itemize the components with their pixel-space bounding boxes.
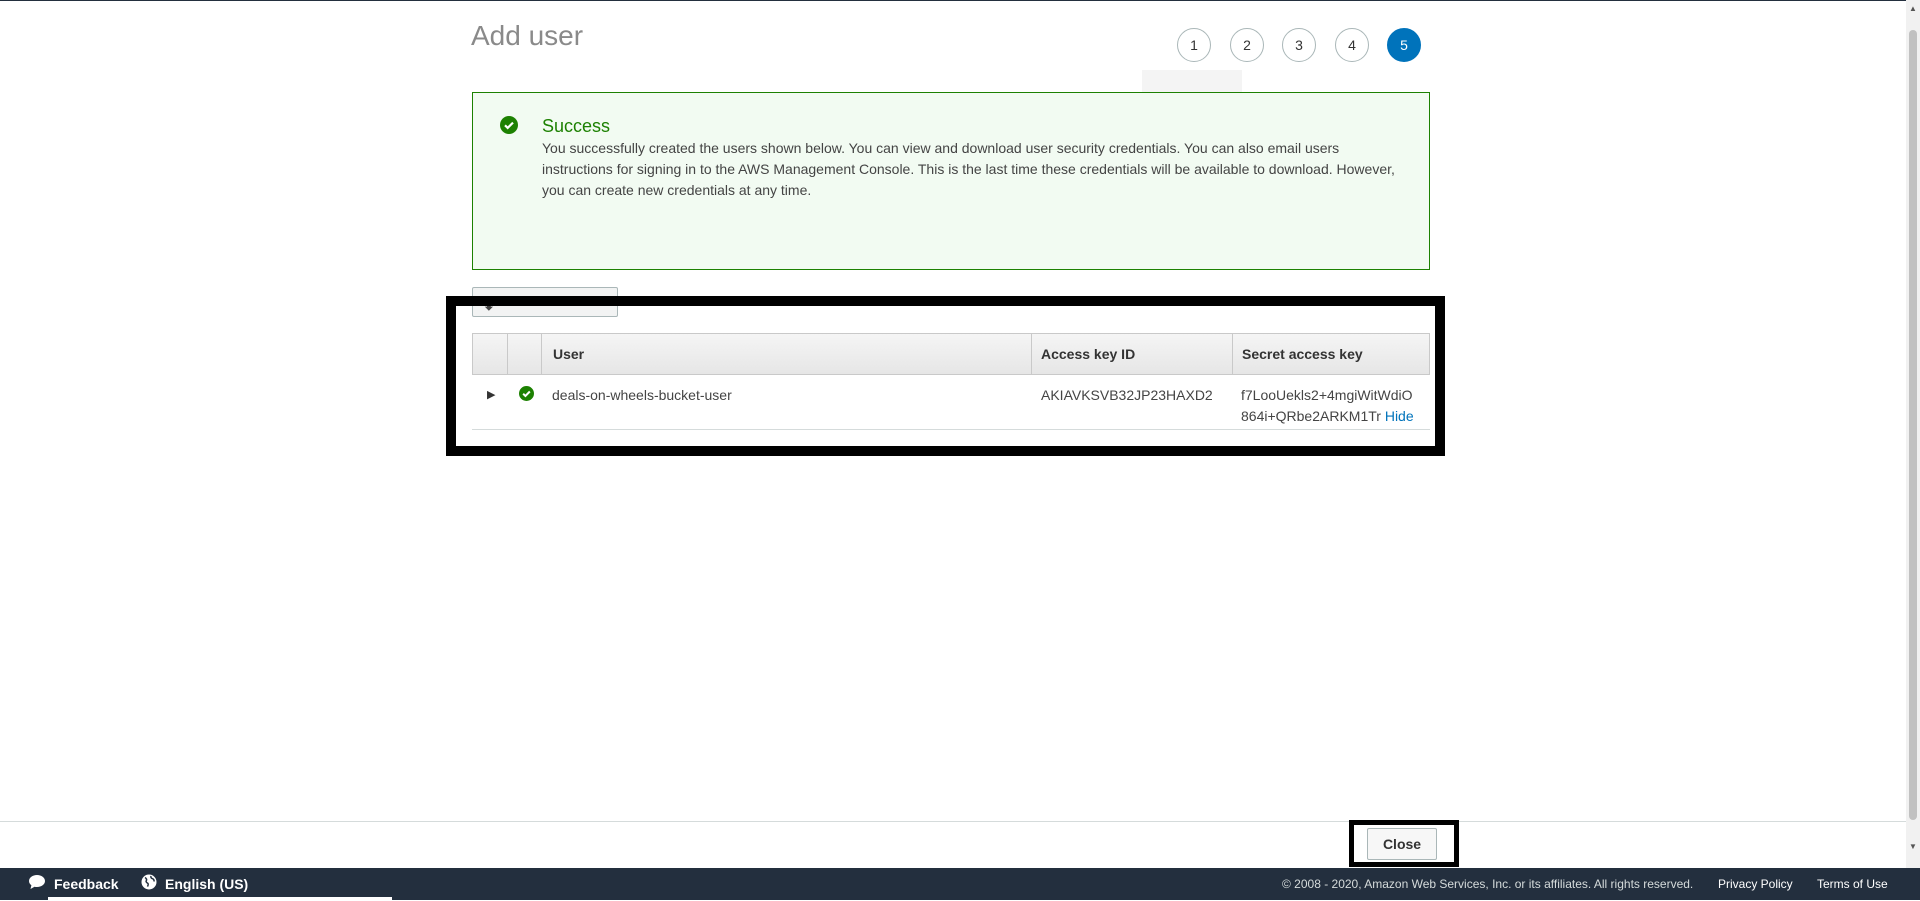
close-highlight-box [1349, 820, 1459, 867]
footer-divider [0, 821, 1906, 822]
page-title: Add user [471, 20, 584, 51]
feedback-label: Feedback [54, 876, 119, 892]
copyright-text: © 2008 - 2020, Amazon Web Services, Inc.… [1282, 877, 1694, 891]
step-3[interactable]: 3 [1282, 28, 1316, 62]
alert-title: Success [542, 116, 611, 136]
language-selector[interactable]: English (US) [141, 868, 248, 900]
table-highlight-box [446, 296, 1445, 456]
step-1[interactable]: 1 [1177, 28, 1211, 62]
step-5[interactable]: 5 [1387, 28, 1421, 62]
privacy-policy-link[interactable]: Privacy Policy [1718, 868, 1793, 900]
top-border [0, 0, 1920, 1]
success-check-icon [500, 116, 518, 139]
scrollbar-thumb[interactable] [1909, 30, 1917, 820]
console-footer: Feedback English (US) © 2008 - 2020, Ama… [0, 868, 1920, 900]
language-label: English (US) [165, 876, 249, 892]
step-2[interactable]: 2 [1230, 28, 1264, 62]
vertical-scrollbar[interactable]: ▲ ▼ [1906, 0, 1920, 868]
alert-message: You successfully created the users shown… [542, 140, 1395, 198]
step-4[interactable]: 4 [1335, 28, 1369, 62]
success-alert: Success You successfully created the use… [472, 92, 1430, 270]
scroll-up-icon[interactable]: ▲ [1906, 2, 1920, 16]
scroll-down-icon[interactable]: ▼ [1906, 840, 1920, 854]
feedback-link[interactable]: Feedback [28, 868, 119, 900]
terms-of-use-link[interactable]: Terms of Use [1817, 868, 1888, 900]
speech-bubble-icon [28, 869, 46, 901]
